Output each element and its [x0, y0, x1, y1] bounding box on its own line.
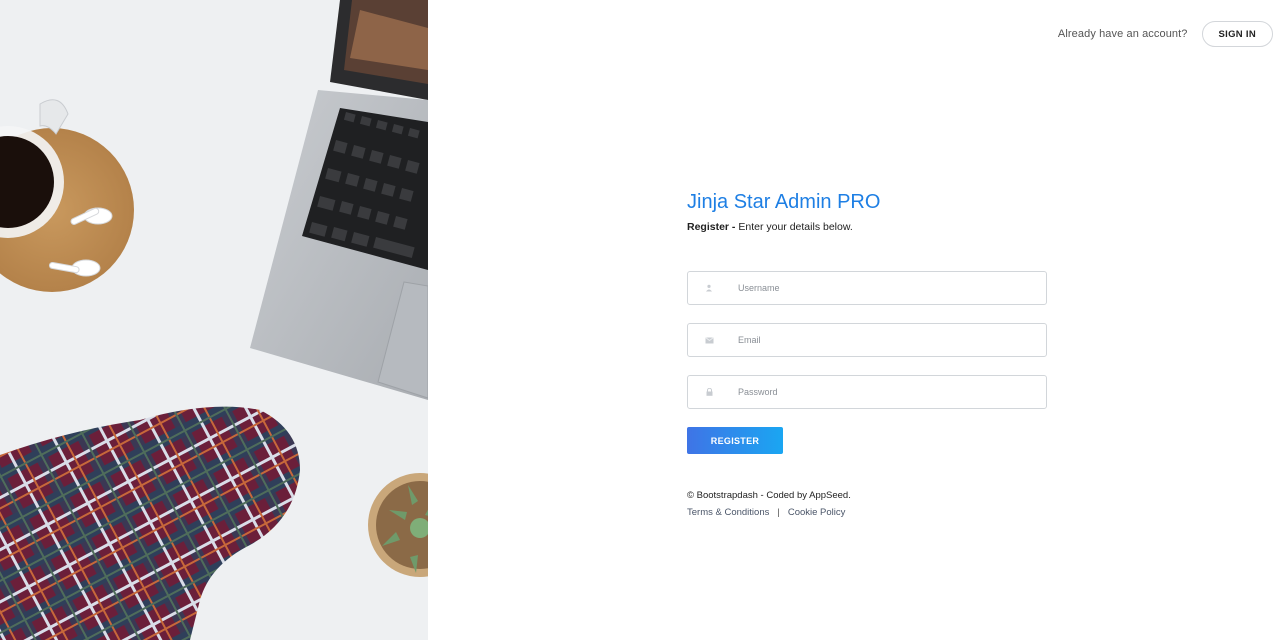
signin-prompt: Already have an account?	[1057, 28, 1188, 40]
cookie-policy-link[interactable]: Cookie Policy	[788, 507, 846, 518]
hero-image	[0, 0, 428, 640]
password-field[interactable]	[687, 375, 1047, 409]
terms-link[interactable]: Terms & Conditions	[687, 507, 769, 518]
page-title: Jinja Star Admin PRO	[687, 191, 881, 213]
user-icon	[688, 284, 730, 292]
signin-bar: Already have an account? SIGN IN	[1058, 21, 1273, 47]
form-subtitle: Register - Enter your details below.	[687, 221, 1047, 233]
email-field[interactable]	[687, 323, 1047, 357]
lock-icon	[688, 388, 730, 396]
footer: © Bootstrapdash - Coded by AppSeed. Term…	[687, 490, 851, 518]
email-input[interactable]	[730, 335, 1046, 345]
subtitle-text: Enter your details below.	[735, 221, 853, 233]
register-button[interactable]: REGISTER	[687, 427, 783, 454]
subtitle-strong: Register -	[687, 221, 736, 233]
envelope-icon	[688, 336, 730, 344]
footer-separator: |	[777, 507, 780, 518]
copyright-text: © Bootstrapdash - Coded by AppSeed.	[687, 490, 851, 501]
username-field[interactable]	[687, 271, 1047, 305]
register-form-header: Jinja Star Admin PRO Register - Enter yo…	[687, 189, 1047, 233]
footer-links: Terms & Conditions | Cookie Policy	[687, 507, 851, 518]
signin-button[interactable]: SIGN IN	[1201, 21, 1273, 47]
password-input[interactable]	[730, 387, 1046, 397]
username-input[interactable]	[730, 283, 1046, 293]
